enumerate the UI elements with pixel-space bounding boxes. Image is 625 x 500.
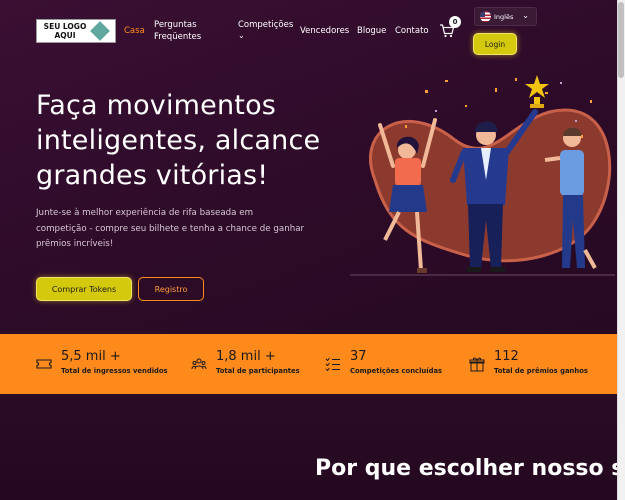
page: SEU LOGO AQUI Casa Perguntas Freqüentes … [0, 0, 625, 500]
stat-value: 37 [350, 349, 367, 364]
stat-label: Competições concluídas [350, 367, 443, 375]
page-scrollbar[interactable] [617, 0, 625, 500]
chevron-down-icon: ⌄ [522, 11, 529, 20]
logo-text: SEU LOGO AQUI [40, 22, 90, 40]
logo-diamond-icon [90, 21, 110, 41]
checklist-icon [325, 357, 340, 372]
gift-icon [469, 357, 485, 372]
hero-subtitle: Junte-se à melhor experiência de rifa ba… [36, 208, 305, 249]
stat-label: Total de participantes [216, 367, 300, 375]
stat-value: 5,5 mil + [61, 349, 121, 364]
login-button[interactable]: Login [473, 33, 517, 55]
cart-count-badge: 0 [449, 16, 461, 28]
logo-text-line1: SEU LOGO [43, 22, 87, 31]
nav-item-winners[interactable]: Vencedores [300, 25, 349, 37]
language-select[interactable]: Inglês ⌄ [474, 7, 537, 26]
nav-item-contact[interactable]: Contato [395, 25, 429, 37]
participants-icon [191, 358, 207, 370]
hero-title: Faça movimentos inteligentes, alcance gr… [36, 90, 321, 191]
stat-label: Total de prêmios ganhos [494, 367, 588, 375]
stat-value: 112 [494, 349, 519, 364]
us-flag-icon [480, 11, 491, 22]
register-button[interactable]: Registro [138, 277, 204, 301]
nav-item-blog[interactable]: Blogue [357, 25, 386, 37]
site-logo[interactable]: SEU LOGO AQUI [36, 19, 116, 43]
buy-tokens-button[interactable]: Comprar Tokens [36, 277, 132, 301]
stats-bar: 5,5 mil + Total de ingressos vendidos 1,… [0, 334, 617, 394]
ticket-icon [36, 359, 52, 369]
logo-text-line2: AQUI [54, 31, 76, 40]
stat-label: Total de ingressos vendidos [61, 367, 168, 375]
chevron-down-icon: ⌄ [238, 31, 245, 40]
stat-value: 1,8 mil + [216, 349, 276, 364]
language-label: Inglês [494, 12, 514, 21]
celebrating-people-illustration [350, 75, 615, 276]
nav-item-faq[interactable]: Perguntas Freqüentes [154, 19, 214, 43]
why-choose-title: Por que escolher nosso sorteio baseado [315, 456, 625, 481]
nav-item-competitions[interactable]: Competições [238, 19, 293, 31]
scrollbar-thumb[interactable] [618, 2, 624, 78]
nav-item-home[interactable]: Casa [124, 25, 145, 37]
lower-section-background [0, 394, 617, 500]
